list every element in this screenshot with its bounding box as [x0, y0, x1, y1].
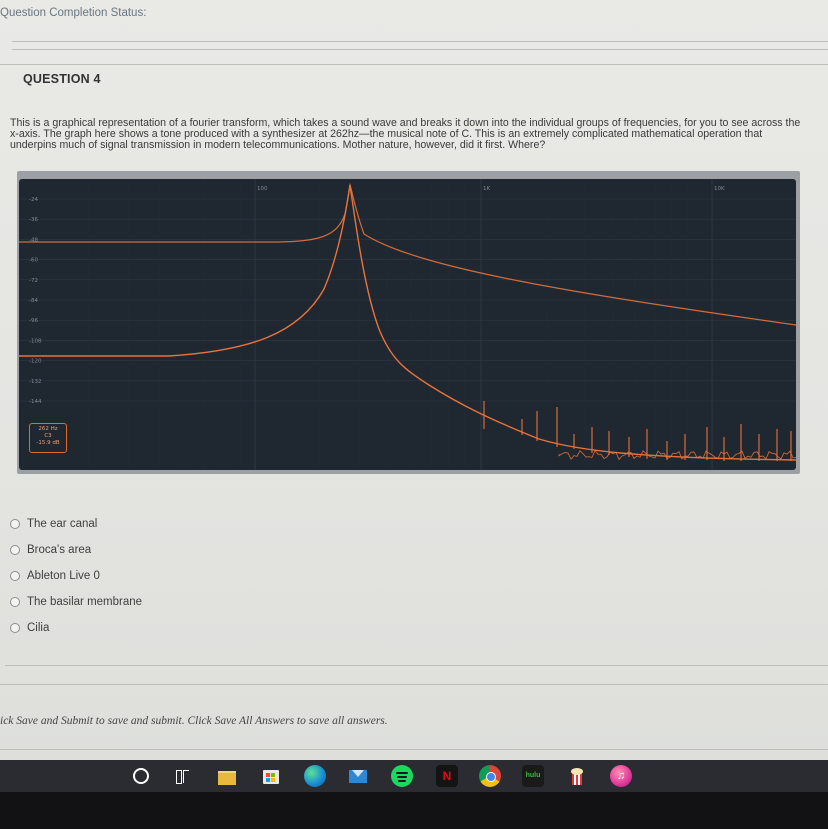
save-instructions: ick Save and Submit to save and submit. …	[0, 715, 388, 727]
cortana-circle-icon[interactable]	[130, 765, 152, 787]
radio-button[interactable]	[10, 519, 20, 529]
answer-option[interactable]: Ableton Live 0	[10, 563, 142, 589]
peak-readout: 262 Hz C3 -15.9 dB	[29, 423, 67, 453]
store-icon[interactable]	[260, 765, 282, 787]
mail-icon[interactable]	[347, 765, 369, 787]
peak-frequency: 262 Hz	[38, 426, 58, 432]
itunes-icon[interactable]: ♫	[610, 765, 632, 787]
answer-label: Cilia	[27, 622, 50, 634]
radio-button[interactable]	[10, 545, 20, 555]
x-tick-label: 100	[257, 186, 268, 192]
task-view-icon[interactable]	[171, 765, 193, 787]
question-title: QUESTION 4	[23, 72, 101, 86]
question-text: This is a graphical representation of a …	[10, 117, 801, 151]
answer-label: The basilar membrane	[27, 596, 143, 608]
divider	[5, 665, 828, 666]
y-tick-label: -72	[29, 278, 38, 284]
completion-status: Question Completion Status:	[0, 7, 147, 19]
answer-option[interactable]: The basilar membrane	[10, 589, 142, 615]
divider	[0, 64, 828, 65]
y-tick-label: -60	[29, 258, 38, 264]
chrome-icon[interactable]	[479, 765, 501, 787]
spotify-icon[interactable]	[391, 765, 413, 787]
x-tick-label: 10K	[714, 186, 725, 192]
noise-floor	[558, 449, 796, 461]
divider	[12, 41, 828, 42]
netflix-icon[interactable]: N	[436, 765, 458, 787]
divider	[0, 749, 828, 750]
y-tick-label: -36	[29, 217, 38, 223]
peak-note: C3	[44, 433, 52, 439]
series-line-main	[19, 184, 796, 461]
edge-icon[interactable]	[304, 765, 326, 787]
x-tick-label: 1K	[483, 186, 490, 192]
fourier-graph: -24 -36 -48 -60 -72 -84 -96 -108 -120 -132 -144 100…	[19, 179, 796, 470]
fourier-graph-frame: -24 -36 -48 -60 -72 -84 -96 -108 -120 -132 -144 100…	[17, 171, 800, 474]
series-line-upper	[19, 182, 796, 326]
y-tick-label: -120	[29, 359, 42, 365]
divider	[12, 49, 828, 50]
answer-label: Ableton Live 0	[27, 570, 100, 582]
y-tick-label: -132	[29, 379, 41, 385]
y-tick-label: -108	[29, 338, 42, 344]
radio-button[interactable]	[10, 623, 20, 633]
answer-options: The ear canal Broca's area Ableton Live …	[10, 511, 142, 641]
answer-option[interactable]: Broca's area	[10, 537, 142, 563]
windows-taskbar: N hulu ♫	[0, 760, 828, 792]
spectrum-chart: -24-36-48-60-72-84-96-108-120-132-144100…	[19, 179, 796, 470]
y-tick-label: -96	[29, 318, 38, 324]
y-tick-label: -84	[29, 298, 38, 304]
answer-option[interactable]: Cilia	[10, 615, 142, 641]
answer-label: The ear canal	[27, 518, 98, 530]
y-tick-label: -144	[29, 399, 42, 405]
radio-button[interactable]	[10, 597, 20, 607]
answer-option[interactable]: The ear canal	[10, 511, 142, 537]
answer-label: Broca's area	[27, 544, 92, 556]
hulu-icon[interactable]: hulu	[522, 765, 544, 787]
monitor-bezel	[0, 792, 828, 829]
popcorn-icon[interactable]	[566, 765, 588, 787]
file-explorer-icon[interactable]	[216, 765, 238, 787]
radio-button[interactable]	[10, 571, 20, 581]
blackboard-test-page: Question Completion Status: QUESTION 4 T…	[0, 0, 828, 760]
peak-level: -15.9 dB	[36, 440, 60, 446]
y-tick-label: -24	[29, 197, 38, 203]
divider	[0, 684, 828, 685]
